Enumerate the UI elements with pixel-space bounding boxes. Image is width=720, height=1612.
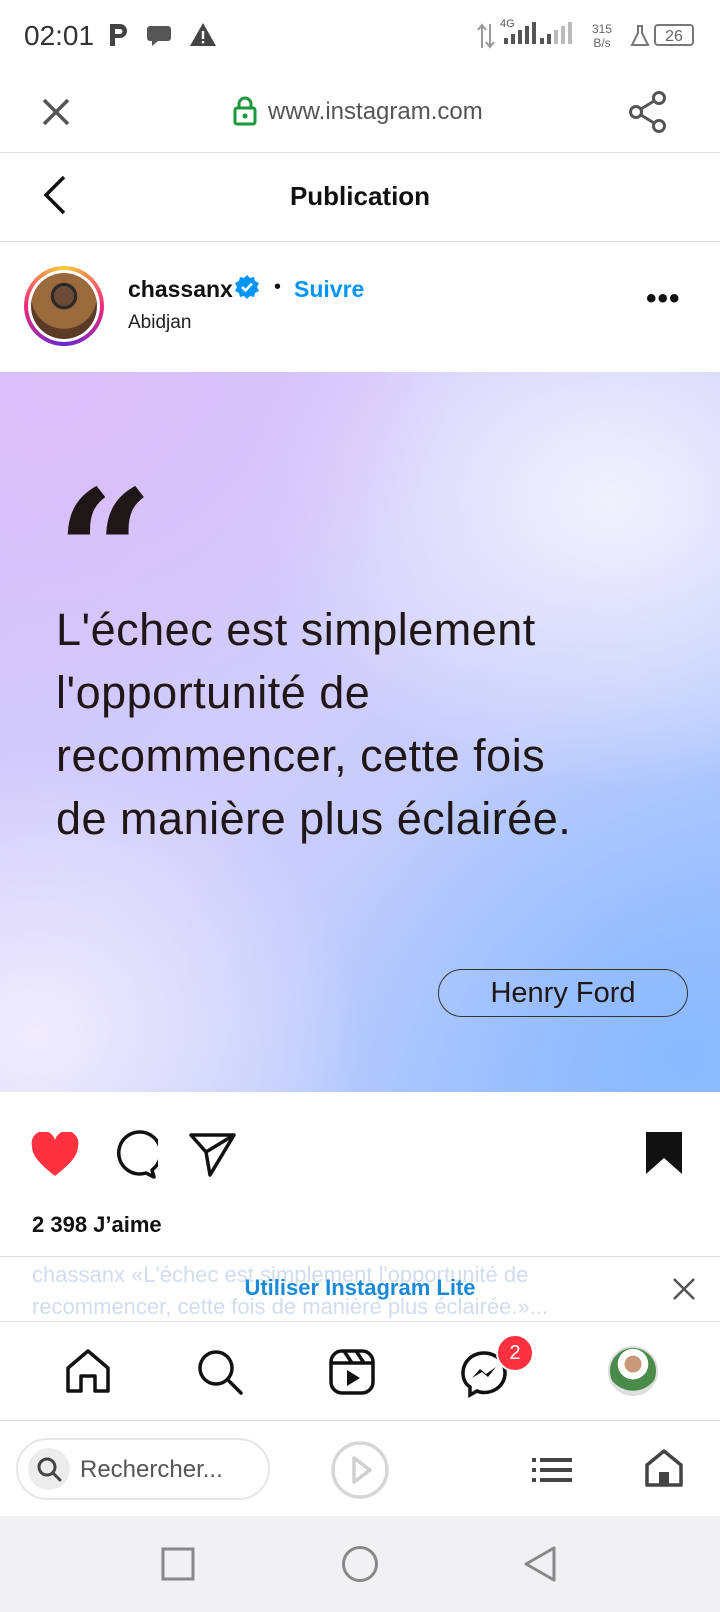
- location[interactable]: Abidjan: [128, 312, 191, 334]
- likes-count[interactable]: 2 398 J’aime: [32, 1212, 162, 1238]
- signal-icon: [504, 22, 536, 44]
- use-instagram-lite-link[interactable]: Utiliser Instagram Lite: [0, 1275, 720, 1301]
- page-title: Publication: [289, 181, 431, 211]
- speed-unit: B/s: [593, 36, 611, 50]
- bookmark-icon[interactable]: [644, 1130, 684, 1176]
- search-button[interactable]: [28, 1448, 70, 1490]
- quote-line: de manière plus éclairée.: [56, 793, 572, 844]
- comment-icon[interactable]: [108, 1130, 158, 1180]
- chat-bubble-icon: [147, 26, 171, 46]
- home-icon[interactable]: [64, 1348, 112, 1394]
- avatar-frame: [28, 270, 100, 342]
- avatar-photo: [31, 273, 97, 339]
- network-speed: 315 B/s: [592, 22, 612, 50]
- username[interactable]: chassanx: [128, 276, 233, 303]
- profile-avatar[interactable]: [608, 1346, 658, 1396]
- send-icon[interactable]: [188, 1130, 238, 1178]
- speed-value: 315: [592, 22, 613, 36]
- search-icon: [37, 1457, 62, 1482]
- verified-badge-icon: [235, 275, 259, 299]
- data-arrows-icon: [477, 23, 495, 49]
- post-header: chassanx • Suivre Abidjan •••: [0, 242, 720, 372]
- quote-line: L'échec est simplement: [56, 604, 536, 655]
- signal-icon: [540, 22, 572, 44]
- messages-badge: 2: [496, 1334, 534, 1372]
- post-image[interactable]: “ L'échec est simplement l'opportunité d…: [0, 372, 720, 1092]
- quote-author: Henry Ford: [438, 969, 688, 1017]
- system-navigation-bar: [0, 1516, 720, 1612]
- status-bar: 02:01 4G 315 B/s 26: [0, 0, 720, 72]
- home-icon[interactable]: [644, 1448, 684, 1488]
- browser-search-bar[interactable]: Rechercher...: [16, 1438, 270, 1500]
- quote-text: L'échec est simplement l'opportunité de …: [56, 598, 696, 850]
- quote-line: recommencer, cette fois: [56, 730, 546, 781]
- list-icon[interactable]: [532, 1456, 572, 1484]
- more-options-icon[interactable]: •••: [646, 282, 681, 316]
- clock: 02:01: [24, 20, 95, 51]
- close-icon[interactable]: [38, 94, 74, 130]
- share-icon[interactable]: [628, 90, 668, 134]
- home-circle-icon[interactable]: [340, 1544, 380, 1584]
- heart-icon[interactable]: [30, 1132, 80, 1178]
- reels-icon[interactable]: [328, 1348, 376, 1396]
- browser-address-bar: www.instagram.com: [0, 72, 720, 153]
- quote-mark: “: [56, 468, 154, 568]
- page-header: Publication: [0, 153, 720, 242]
- instagram-lite-banner[interactable]: chassanx «L'échec est simplement l'oppor…: [0, 1256, 720, 1322]
- close-icon[interactable]: [672, 1277, 696, 1301]
- search-icon[interactable]: [196, 1348, 244, 1396]
- battery-icon: 26: [654, 24, 694, 46]
- lock-icon: [233, 96, 257, 126]
- instagram-bottom-nav: 2: [0, 1322, 720, 1421]
- p-app-icon: [110, 24, 127, 46]
- recents-square-icon[interactable]: [160, 1546, 196, 1582]
- battery-level: 26: [665, 28, 683, 45]
- post-actions: [0, 1092, 720, 1212]
- quote-line: l'opportunité de: [56, 667, 371, 718]
- back-triangle-icon[interactable]: [522, 1544, 558, 1584]
- follow-button[interactable]: Suivre: [294, 276, 364, 303]
- url-text[interactable]: www.instagram.com: [268, 98, 483, 126]
- browser-toolbar: Rechercher...: [0, 1422, 720, 1516]
- search-placeholder: Rechercher...: [80, 1456, 223, 1483]
- separator-dot: •: [274, 276, 282, 298]
- flask-icon: [630, 25, 650, 46]
- avatar[interactable]: [24, 266, 104, 346]
- warning-icon: [190, 23, 216, 46]
- play-icon[interactable]: [330, 1440, 390, 1500]
